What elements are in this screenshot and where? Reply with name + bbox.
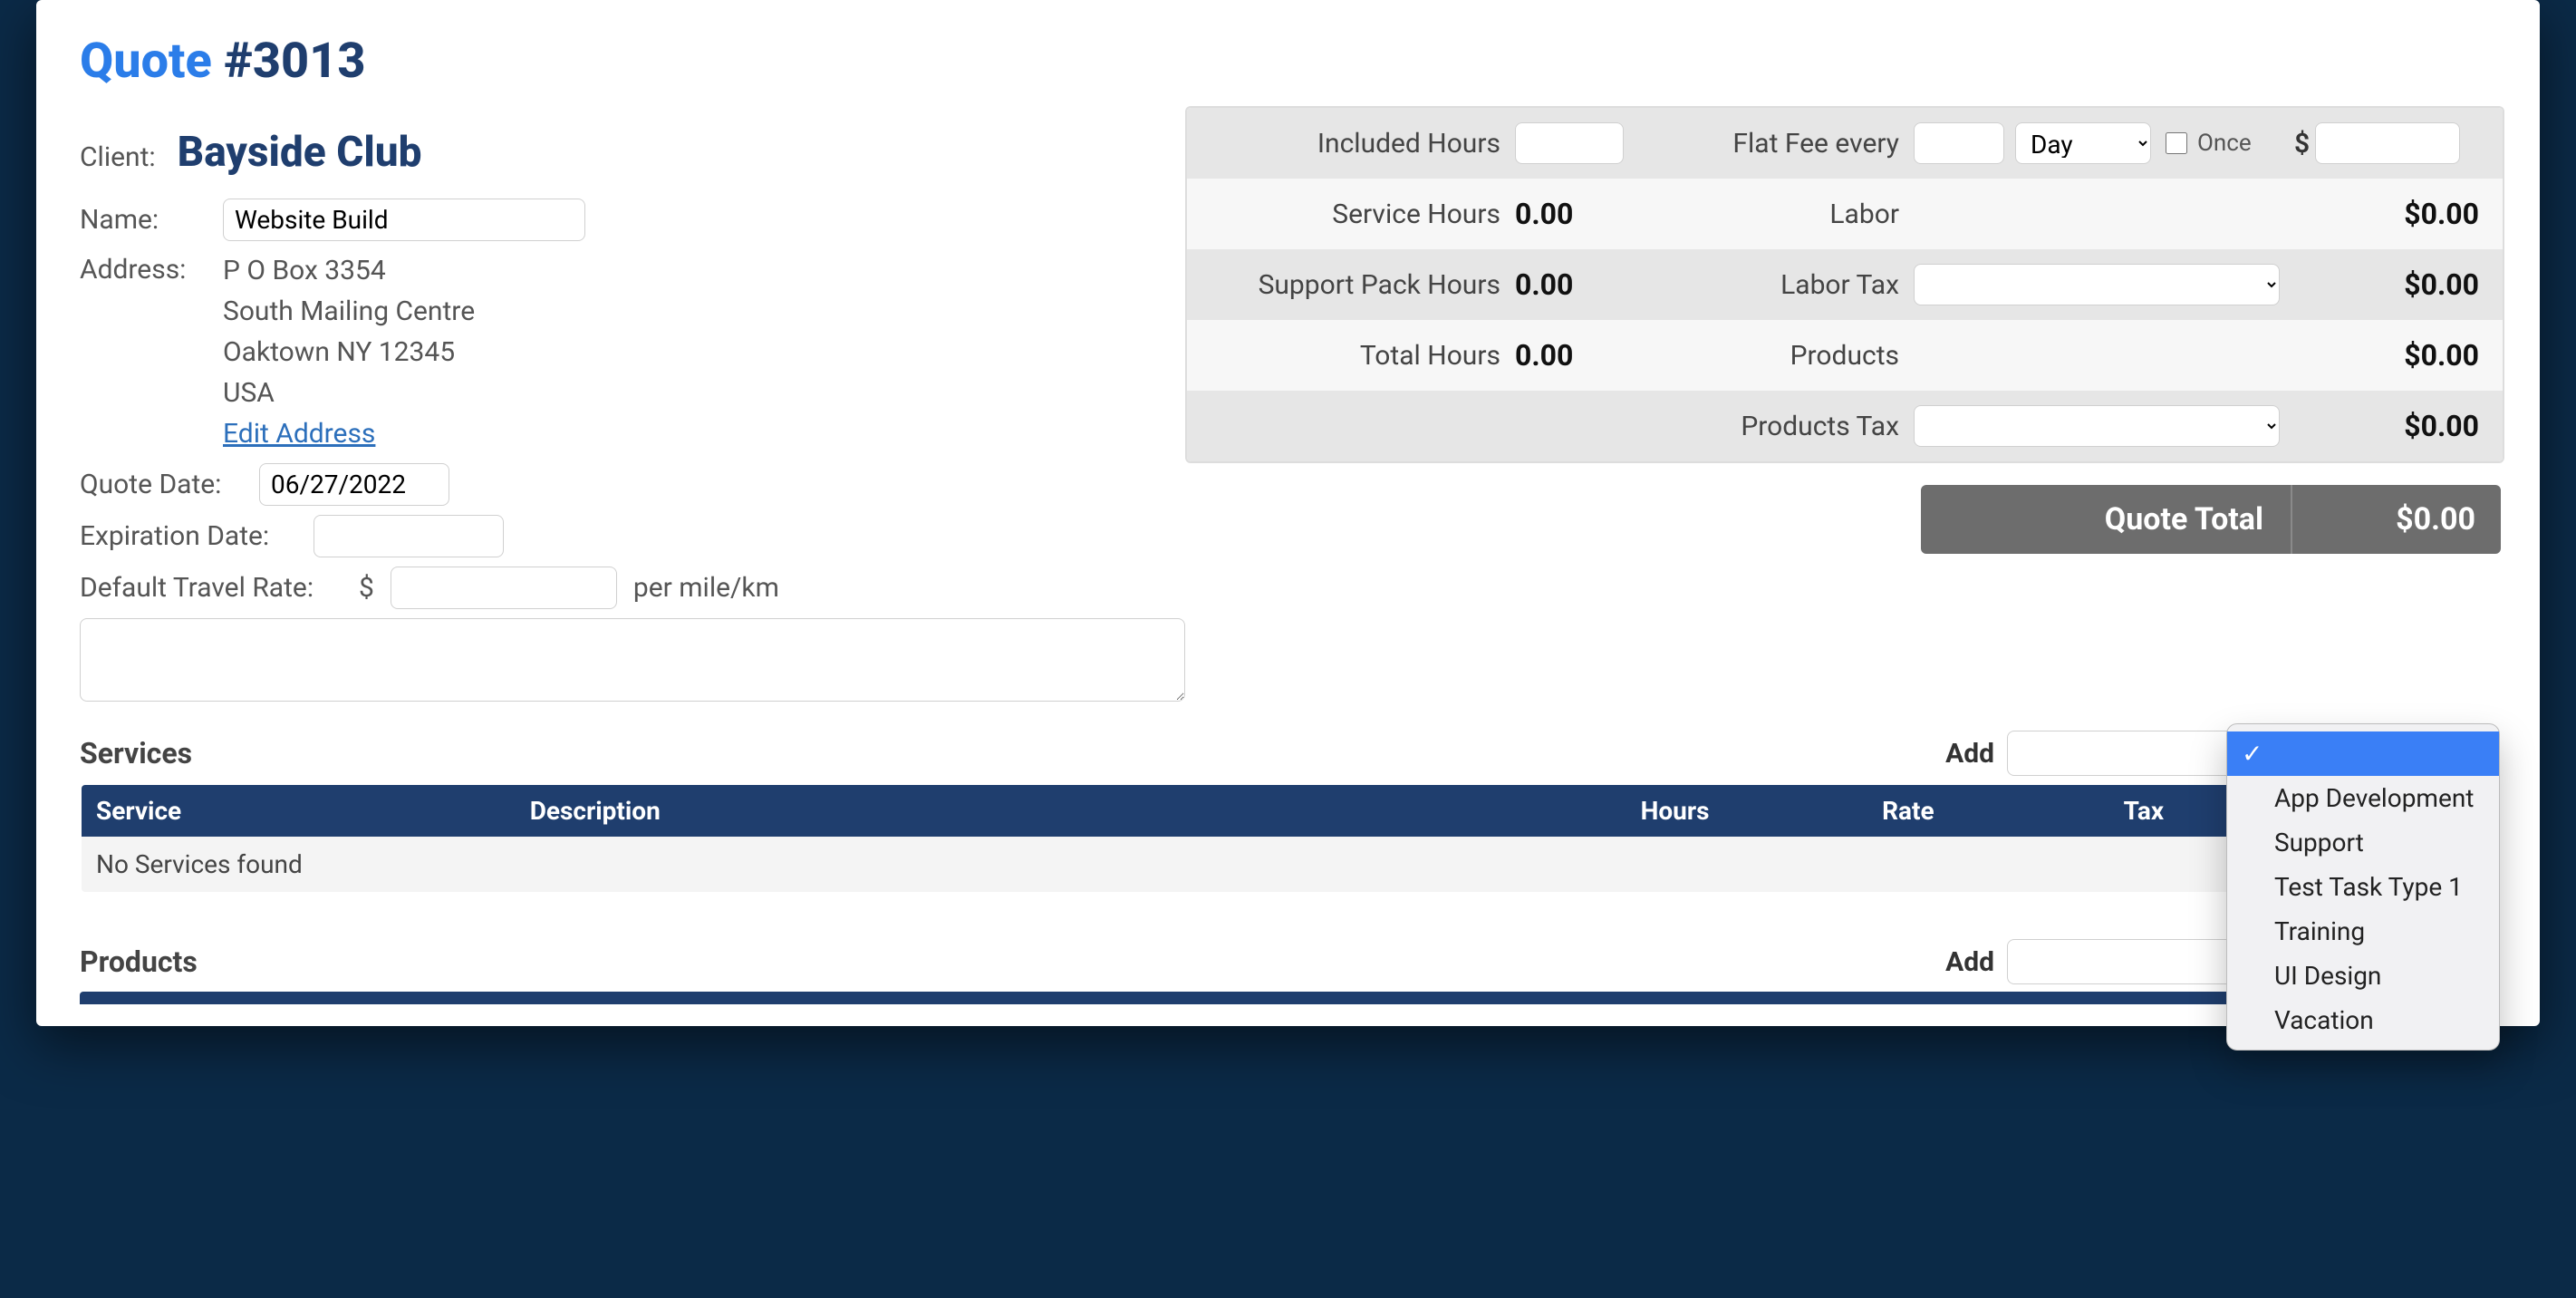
- quote-total-bar: Quote Total $0.00: [1921, 485, 2501, 554]
- address-line-1: P O Box 3354: [223, 250, 475, 291]
- flat-fee-period-select[interactable]: Day: [2015, 122, 2151, 164]
- products-label: Products: [1644, 331, 1906, 381]
- title-number: #3013: [224, 33, 365, 90]
- page-title: Quote #3013: [80, 33, 2496, 90]
- services-option-ui-design[interactable]: UI Design: [2227, 954, 2499, 998]
- travel-rate-unit: per mile/km: [633, 572, 779, 604]
- services-table: Service Description Hours Rate Tax No Se…: [80, 783, 2496, 894]
- services-option-support[interactable]: Support: [2227, 820, 2499, 865]
- products-tax-select[interactable]: [1914, 405, 2280, 447]
- col-hours: Hours: [1626, 784, 1868, 837]
- services-add-label: Add: [1945, 738, 1994, 770]
- address-label: Address:: [80, 250, 207, 286]
- address-block: P O Box 3354 South Mailing Centre Oaktow…: [223, 250, 475, 454]
- products-table-header-bar: [80, 992, 2496, 1004]
- flat-fee-every-input[interactable]: [1914, 122, 2004, 164]
- services-empty-row: No Services found: [81, 837, 2495, 893]
- address-line-4: USA: [223, 373, 475, 413]
- services-table-header: Service Description Hours Rate Tax: [81, 784, 2495, 837]
- services-title: Services: [80, 736, 192, 770]
- checkmark-icon: ✓: [2242, 739, 2262, 769]
- labor-tax-select[interactable]: [1914, 264, 2280, 305]
- products-add-label: Add: [1945, 946, 1994, 978]
- notes-textarea[interactable]: [80, 618, 1185, 702]
- products-amount: $0.00: [2287, 329, 2486, 382]
- total-hours-value: 0.00: [1508, 329, 1644, 382]
- flat-fee-currency: $: [2294, 128, 2310, 160]
- once-checkbox-wrap[interactable]: Once: [2162, 130, 2252, 157]
- total-hours-label: Total Hours: [1200, 331, 1508, 381]
- client-label: Client:: [80, 141, 156, 173]
- travel-rate-input[interactable]: [391, 567, 617, 609]
- flat-fee-label: Flat Fee every: [1644, 119, 1906, 169]
- labor-tax-label: Labor Tax: [1644, 260, 1906, 310]
- services-option-blank[interactable]: ✓: [2227, 731, 2499, 776]
- edit-address-link[interactable]: Edit Address: [223, 418, 375, 450]
- col-service: Service: [81, 784, 516, 837]
- labor-amount: $0.00: [2287, 188, 2486, 240]
- col-rate: Rate: [1867, 784, 2109, 837]
- client-name: Bayside Club: [178, 128, 422, 177]
- products-title: Products: [80, 944, 198, 979]
- title-word: Quote: [80, 33, 212, 90]
- service-hours-label: Service Hours: [1200, 189, 1508, 239]
- summary-table: Included Hours Flat Fee every Day Once: [1185, 106, 2504, 463]
- address-line-2: South Mailing Centre: [223, 291, 475, 332]
- services-add-dropdown[interactable]: ✓ App Development Support Test Task Type…: [2226, 723, 2500, 1051]
- once-checkbox[interactable]: [2166, 132, 2187, 154]
- services-empty-text: No Services found: [81, 837, 2495, 893]
- products-tax-amount: $0.00: [2287, 400, 2486, 452]
- quote-total-amount: $0.00: [2292, 501, 2501, 538]
- support-pack-hours-value: 0.00: [1508, 258, 1644, 311]
- included-hours-input[interactable]: [1515, 122, 1624, 164]
- expiration-date-input[interactable]: [314, 515, 504, 557]
- quote-panel: Quote #3013 Client: Bayside Club Name: A…: [36, 0, 2540, 1026]
- services-option-vacation[interactable]: Vacation: [2227, 998, 2499, 1042]
- services-option-training[interactable]: Training: [2227, 909, 2499, 954]
- col-description: Description: [516, 784, 1626, 837]
- quote-date-input[interactable]: [259, 463, 449, 506]
- name-input[interactable]: [223, 199, 585, 241]
- flat-fee-amount-input[interactable]: [2315, 122, 2460, 164]
- included-hours-label: Included Hours: [1200, 119, 1508, 169]
- address-line-3: Oaktown NY 12345: [223, 332, 475, 373]
- products-tax-label: Products Tax: [1644, 402, 1906, 451]
- services-option-test-task-type-1[interactable]: Test Task Type 1: [2227, 865, 2499, 909]
- quote-total-label: Quote Total: [1921, 485, 2292, 554]
- labor-tax-amount: $0.00: [2287, 258, 2486, 311]
- quote-date-label: Quote Date:: [80, 469, 243, 500]
- once-label: Once: [2197, 130, 2252, 157]
- services-option-app-development[interactable]: App Development: [2227, 776, 2499, 820]
- service-hours-value: 0.00: [1508, 188, 1644, 240]
- expiration-date-label: Expiration Date:: [80, 520, 297, 552]
- labor-label: Labor: [1644, 189, 1906, 239]
- name-label: Name:: [80, 204, 207, 236]
- travel-rate-label: Default Travel Rate:: [80, 572, 343, 604]
- travel-rate-currency: $: [359, 572, 374, 604]
- support-pack-hours-label: Support Pack Hours: [1200, 260, 1508, 310]
